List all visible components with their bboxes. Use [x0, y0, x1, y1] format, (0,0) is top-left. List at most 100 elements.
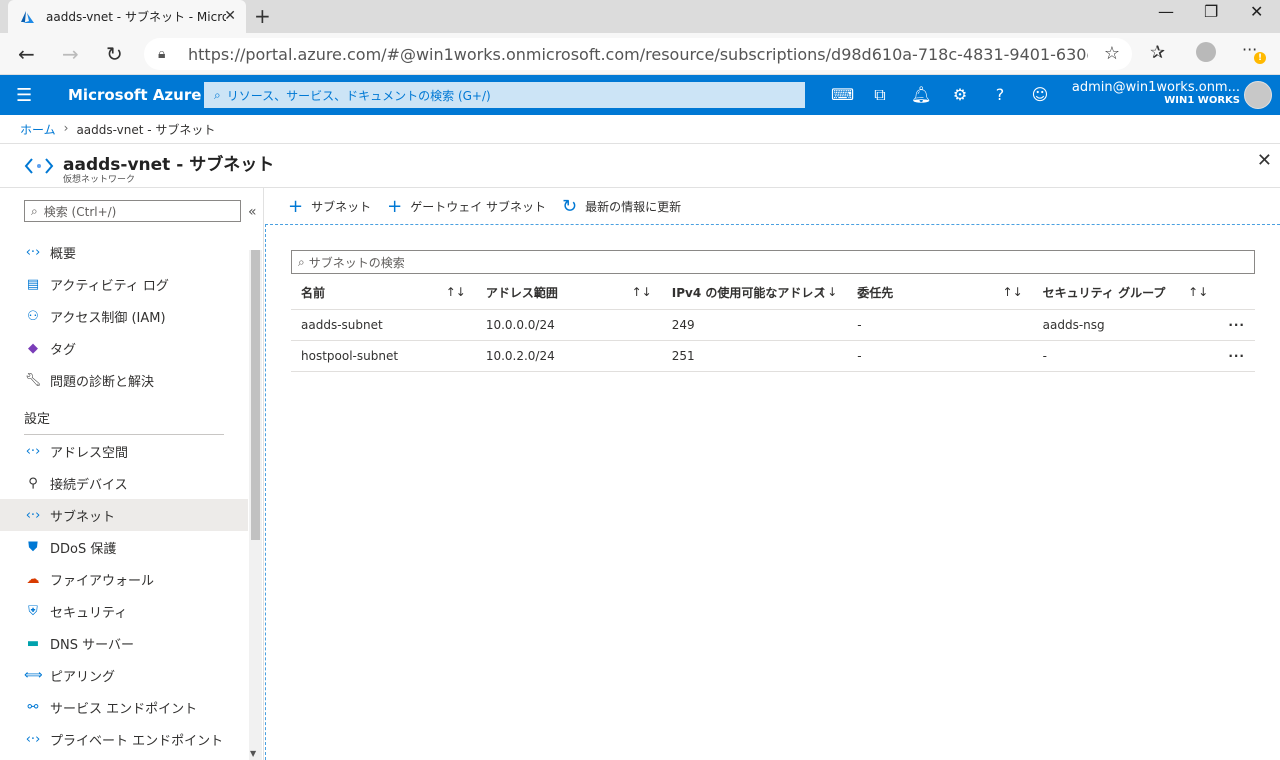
menu-item-security[interactable]: ⛨ セキュリティ: [0, 595, 248, 627]
resource-title-bar: aadds-vnet - サブネット 仮想ネットワーク ✕: [0, 143, 1280, 188]
favorites-icon[interactable]: ✰: [1150, 42, 1165, 63]
table-row[interactable]: aadds-subnet 10.0.0.0/24 249 - aadds-nsg…: [291, 309, 1255, 341]
feedback-smiley-icon[interactable]: ☺: [1031, 85, 1049, 104]
column-header-security-group[interactable]: セキュリティ グループ ↑↓: [1032, 277, 1219, 310]
menu-item-label: タグ: [50, 342, 77, 358]
menu-item-iam[interactable]: ⚇ アクセス制御 (IAM): [0, 300, 248, 332]
collapse-menu-icon[interactable]: «: [248, 204, 257, 220]
browser-tab[interactable]: aadds-vnet - サブネット - Microsof ✕: [8, 0, 246, 33]
refresh-button[interactable]: ↻ 最新の情報に更新: [562, 196, 681, 217]
add-gateway-subnet-button[interactable]: + ゲートウェイ サブネット: [387, 196, 546, 217]
global-search-input[interactable]: ⌕ リソース、サービス、ドキュメントの検索 (G+/): [204, 82, 805, 108]
column-header-label: アドレス範囲: [485, 286, 558, 301]
dns-icon: ▬: [26, 635, 40, 651]
url-text: https://portal.azure.com/#@win1works.onm…: [188, 44, 1088, 64]
menu-item-label: アクティビティ ログ: [50, 278, 169, 294]
account-email: admin@win1works.onm...: [1071, 80, 1240, 95]
menu-item-label: セキュリティ: [50, 605, 128, 621]
menu-search-placeholder: 検索 (Ctrl+/): [43, 204, 117, 219]
restore-icon[interactable]: ❐: [1204, 2, 1218, 21]
add-subnet-button[interactable]: + サブネット: [288, 196, 371, 217]
address-space-icon: ‹·›: [25, 443, 41, 459]
table-row[interactable]: hostpool-subnet 10.0.2.0/24 251 - - ···: [291, 340, 1255, 372]
menu-item-peering[interactable]: ⟺ ピアリング: [0, 659, 248, 691]
security-icon: ⛨: [28, 603, 38, 619]
address-bar-row: ← → ↻ 🔒︎ https://portal.azure.com/#@win1…: [0, 33, 1280, 75]
global-search-placeholder: リソース、サービス、ドキュメントの検索 (G+/): [226, 88, 491, 103]
column-header-label: 委任先: [857, 286, 894, 301]
hamburger-menu-icon[interactable]: ☰: [16, 85, 32, 106]
sort-icon[interactable]: ↑↓: [1188, 285, 1208, 299]
refresh-label: 最新の情報に更新: [585, 200, 682, 214]
cloud-shell-icon[interactable]: ⌨: [831, 85, 854, 104]
row-more-icon[interactable]: ···: [1218, 309, 1255, 341]
menu-item-label: 概要: [50, 246, 77, 262]
cell-address-range: 10.0.0.0/24: [475, 309, 662, 341]
favorite-star-icon[interactable]: ☆: [1104, 43, 1120, 64]
cell-name[interactable]: aadds-subnet: [291, 309, 476, 341]
minimize-icon[interactable]: —: [1158, 2, 1174, 21]
settings-gear-icon[interactable]: ⚙: [951, 85, 969, 104]
back-icon[interactable]: ←: [18, 42, 35, 66]
menu-item-firewall[interactable]: ☁ ファイアウォール: [0, 563, 248, 595]
sort-icon[interactable]: ↑↓: [446, 285, 466, 299]
menu-item-private-endpoints[interactable]: ‹·› プライベート エンドポイント: [0, 723, 248, 755]
menu-scrollbar[interactable]: ▼: [249, 250, 262, 760]
window-close-icon[interactable]: ✕: [1250, 2, 1263, 21]
column-header-name[interactable]: 名前 ↑↓: [291, 277, 476, 310]
account-avatar[interactable]: [1244, 81, 1272, 109]
url-field[interactable]: 🔒︎ https://portal.azure.com/#@win1works.…: [144, 38, 1132, 70]
column-header-address-range[interactable]: アドレス範囲 ↑↓: [475, 277, 662, 310]
plus-icon: +: [288, 196, 304, 217]
profile-avatar[interactable]: [1196, 42, 1216, 62]
menu-item-diagnose[interactable]: 🔧︎ 問題の診断と解決: [0, 364, 248, 396]
subnet-icon: ‹·›: [25, 507, 41, 523]
menu-item-label: プライベート エンドポイント: [50, 733, 224, 749]
menu-item-tags[interactable]: ◆ タグ: [0, 332, 248, 364]
directory-filter-icon[interactable]: ⧉: [871, 85, 889, 104]
menu-item-label: ファイアウォール: [50, 573, 155, 589]
column-header-label: セキュリティ グループ: [1042, 286, 1166, 301]
menu-item-label: アクセス制御 (IAM): [50, 310, 166, 326]
sort-icon[interactable]: ↑↓: [1003, 285, 1023, 299]
forward-icon[interactable]: →: [62, 42, 79, 66]
breadcrumb-home-link[interactable]: ホーム: [20, 121, 56, 138]
scroll-down-icon[interactable]: ▼: [250, 749, 256, 758]
subnet-table: 名前 ↑↓ アドレス範囲 ↑↓ IPv4 の使用可能なアドレス ↑↓ 委任先 ↑↓ セキ…: [291, 277, 1255, 372]
menu-item-dns[interactable]: ▬ DNS サーバー: [0, 627, 248, 659]
blade-close-icon[interactable]: ✕: [1257, 150, 1272, 171]
menu-search-input[interactable]: ⌕ 検索 (Ctrl+/): [24, 200, 241, 222]
cell-name[interactable]: hostpool-subnet: [291, 340, 476, 372]
reload-icon[interactable]: ↻: [106, 42, 123, 66]
menu-item-ddos[interactable]: ⛊ DDoS 保護: [0, 531, 248, 563]
shield-icon: ⛊: [28, 539, 38, 555]
menu-item-activity-log[interactable]: ▤ アクティビティ ログ: [0, 268, 248, 300]
column-header-delegated-to[interactable]: 委任先 ↑↓: [847, 277, 1033, 310]
menu-section-settings: 設定: [24, 412, 51, 427]
azure-brand[interactable]: Microsoft Azure: [68, 86, 201, 104]
subnet-search-input[interactable]: ⌕ サブネットの検索: [291, 250, 1255, 274]
row-more-icon[interactable]: ···: [1218, 340, 1255, 372]
menu-scrollbar-thumb[interactable]: [251, 250, 260, 540]
add-subnet-label: サブネット: [311, 200, 372, 214]
account-info[interactable]: admin@win1works.onm... WIN1 WORKS: [1072, 80, 1240, 106]
sort-icon[interactable]: ↑↓: [632, 285, 652, 299]
new-tab-icon[interactable]: +: [254, 4, 271, 28]
search-icon: ⌕: [31, 203, 38, 218]
menu-item-subnets[interactable]: ‹·› サブネット: [0, 499, 248, 531]
menu-item-address-space[interactable]: ‹·› アドレス空間: [0, 435, 248, 467]
resource-menu: ⌕ 検索 (Ctrl+/) « ‹·› 概要 ▤ アクティビティ ログ ⚇ アク…: [0, 188, 264, 760]
table-header-row: 名前 ↑↓ アドレス範囲 ↑↓ IPv4 の使用可能なアドレス ↑↓ 委任先 ↑↓ セキ…: [291, 277, 1255, 310]
menu-item-connected-devices[interactable]: ⚲ 接続デバイス: [0, 467, 248, 499]
column-header-available-ipv4[interactable]: IPv4 の使用可能なアドレス ↑↓: [661, 277, 848, 310]
menu-item-label: 問題の診断と解決: [50, 374, 155, 390]
tab-close-icon[interactable]: ✕: [224, 8, 236, 24]
menu-item-service-endpoints[interactable]: ⚯ サービス エンドポイント: [0, 691, 248, 723]
search-icon: ⌕: [214, 87, 221, 102]
cell-delegated: -: [847, 309, 1033, 341]
notifications-bell-icon[interactable]: 🔔︎: [911, 85, 931, 104]
sort-icon[interactable]: ↑↓: [817, 285, 837, 299]
menu-item-overview[interactable]: ‹·› 概要: [0, 236, 248, 268]
help-icon[interactable]: ?: [991, 85, 1009, 104]
column-header-label: 名前: [301, 286, 326, 301]
